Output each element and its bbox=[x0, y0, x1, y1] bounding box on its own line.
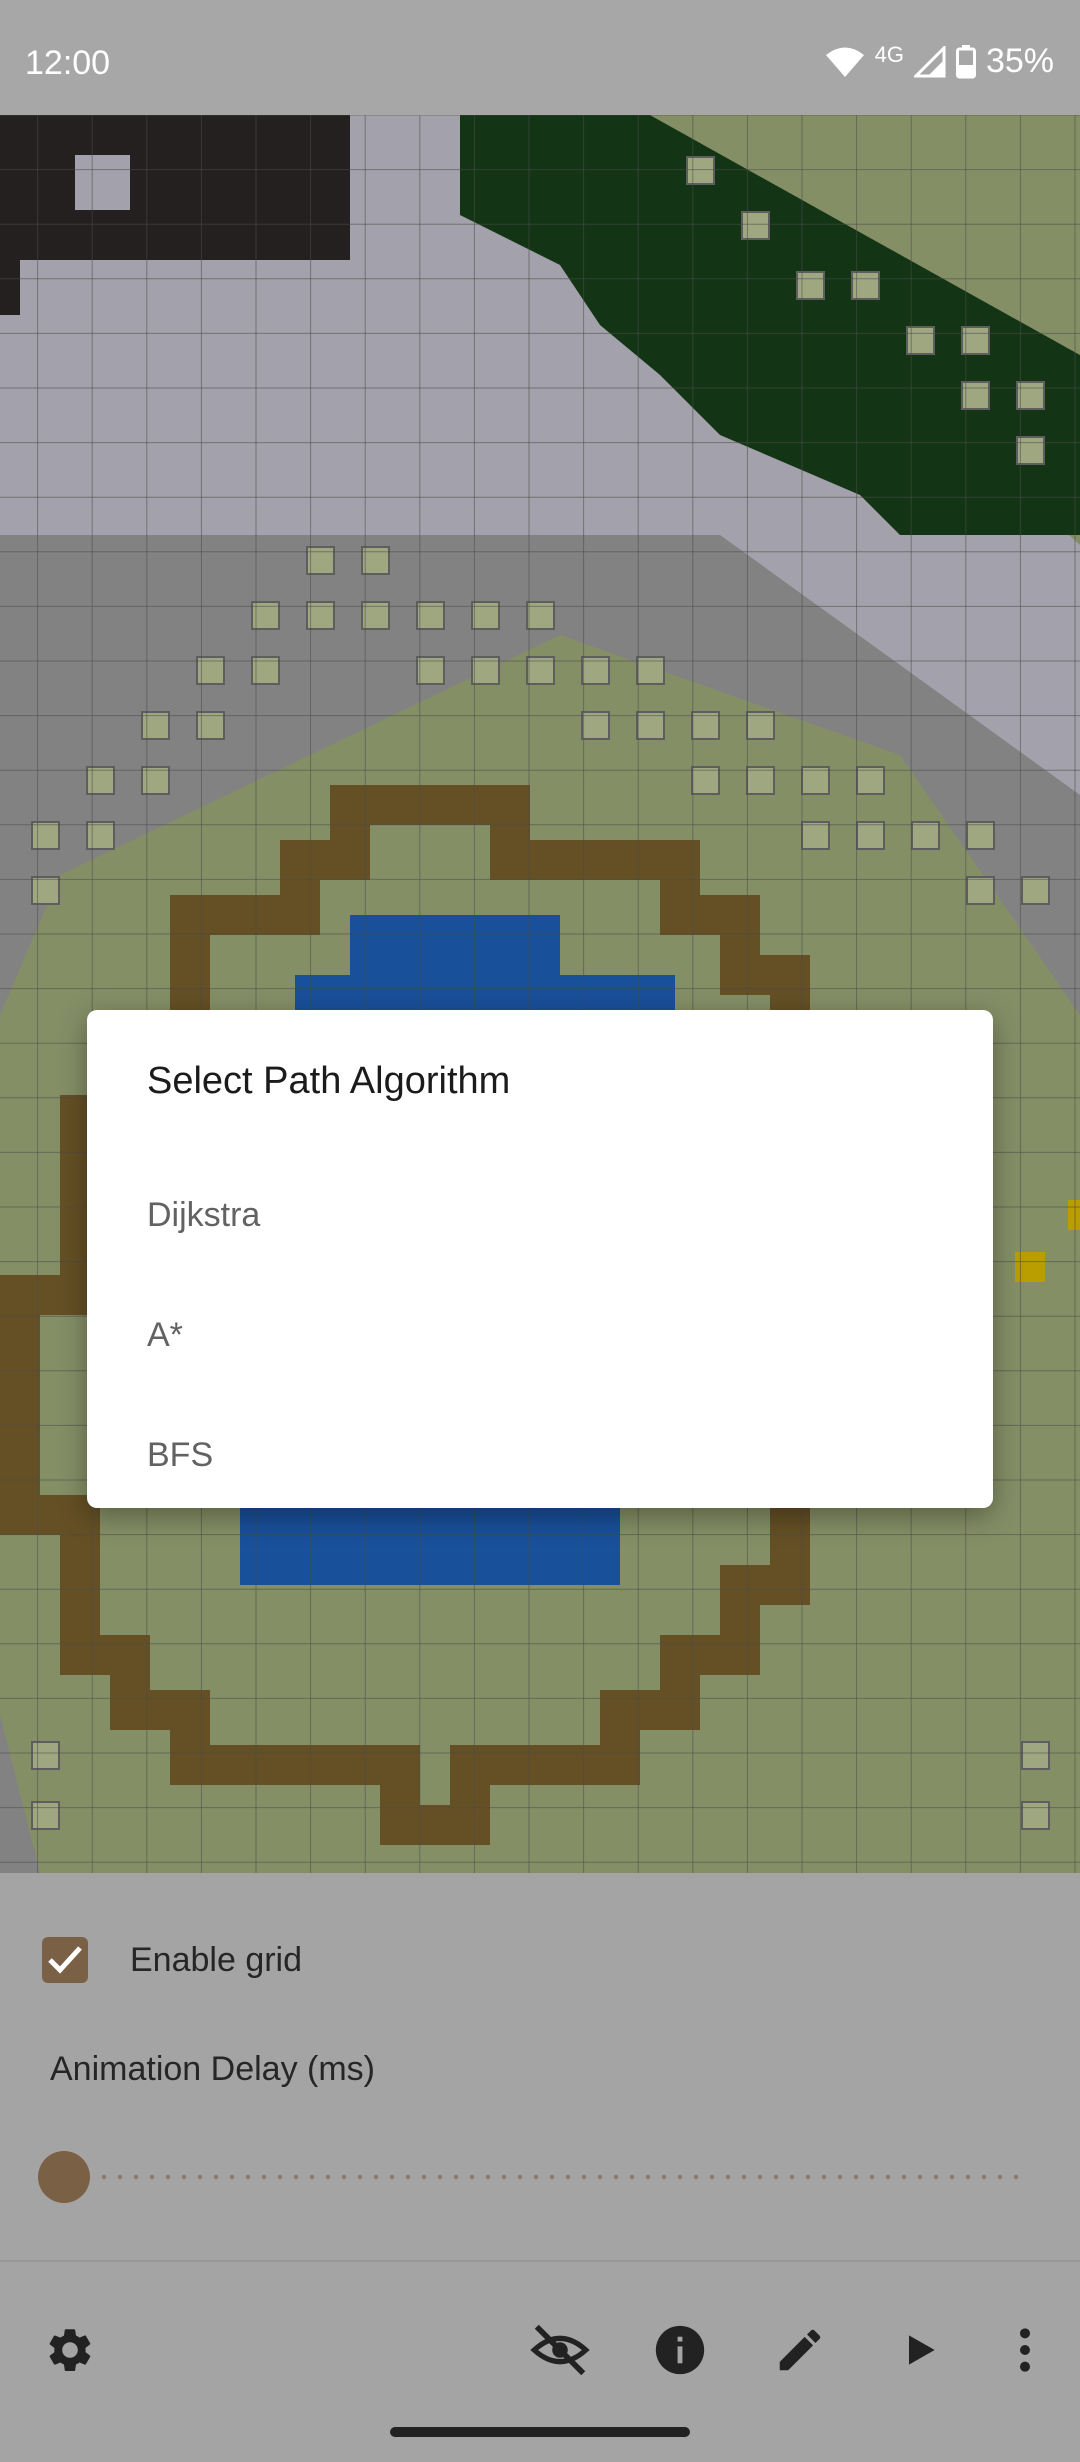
option-a-star[interactable]: A* bbox=[87, 1280, 993, 1392]
animation-delay-label: Animation Delay (ms) bbox=[50, 2050, 375, 2088]
battery-level: 35% bbox=[985, 42, 1054, 80]
status-time: 12:00 bbox=[25, 44, 111, 82]
settings-panel: Enable grid Animation Delay (ms) bbox=[0, 1873, 1080, 2260]
grid-canvas[interactable] bbox=[0, 115, 1080, 1873]
edit-icon[interactable] bbox=[768, 2318, 832, 2382]
signal-icon bbox=[913, 45, 946, 78]
animation-delay-slider[interactable] bbox=[64, 2174, 1019, 2180]
home-indicator[interactable] bbox=[390, 2427, 690, 2437]
pathfinding-grid[interactable] bbox=[0, 115, 1080, 1873]
option-label: Dijkstra bbox=[147, 1196, 261, 1234]
enable-grid-label: Enable grid bbox=[130, 1941, 303, 1979]
option-dijkstra[interactable]: Dijkstra bbox=[87, 1160, 993, 1272]
option-label: BFS bbox=[147, 1436, 214, 1474]
slider-thumb[interactable] bbox=[38, 2151, 90, 2203]
info-icon[interactable] bbox=[648, 2318, 712, 2382]
option-bfs[interactable]: BFS bbox=[87, 1400, 993, 1512]
more-vert-icon[interactable] bbox=[993, 2318, 1057, 2382]
play-icon[interactable] bbox=[888, 2318, 952, 2382]
network-type: 4G bbox=[874, 41, 904, 67]
option-label: A* bbox=[147, 1316, 183, 1354]
status-icons: 4G 35% bbox=[825, 42, 1054, 81]
enable-grid-checkbox[interactable] bbox=[42, 1937, 88, 1983]
visibility-off-icon[interactable] bbox=[528, 2318, 592, 2382]
wifi-icon bbox=[825, 46, 865, 78]
settings-icon[interactable] bbox=[38, 2318, 102, 2382]
battery-icon bbox=[955, 44, 976, 79]
status-bar: 12:00 4G 35% bbox=[0, 0, 1080, 115]
checkmark-icon bbox=[48, 1946, 82, 1974]
algorithm-dialog: Select Path Algorithm Dijkstra A* BFS bbox=[87, 1010, 993, 1508]
dialog-title: Select Path Algorithm bbox=[147, 1060, 511, 1102]
